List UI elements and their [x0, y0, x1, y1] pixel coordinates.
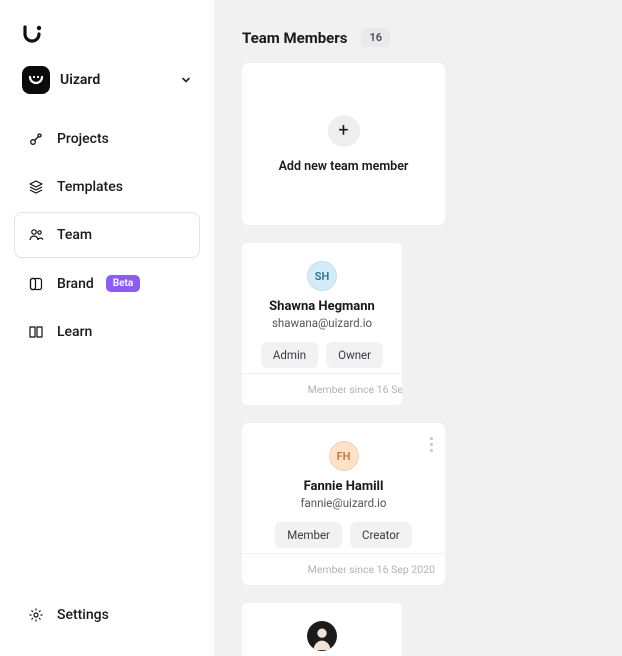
sidebar-item-settings[interactable]: Settings	[14, 592, 200, 638]
page-header: Team Members 16	[242, 28, 622, 47]
member-name: Fannie Hamill	[304, 479, 384, 494]
member-since: Member since 16 Sep 2020	[242, 553, 445, 585]
learn-icon	[27, 324, 45, 340]
gear-icon	[27, 607, 45, 623]
beta-badge: Beta	[106, 275, 140, 292]
members-grid: + Add new team member SH Shawna Hegmann …	[242, 63, 622, 656]
workspace-switcher[interactable]: Uizard	[14, 58, 200, 102]
member-avatar	[307, 621, 337, 651]
sidebar-label: Team	[57, 227, 92, 243]
plus-icon: +	[328, 115, 360, 147]
page-title: Team Members	[242, 29, 347, 47]
add-member-card[interactable]: + Add new team member	[242, 63, 445, 225]
workspace-avatar	[22, 66, 50, 94]
member-email: shawana@uizard.io	[272, 316, 372, 330]
main-content: Team Members 16 + Add new team member SH…	[214, 0, 622, 656]
member-card[interactable]: FH Fannie Hamill fannie@uizard.io Member…	[242, 423, 445, 585]
app-logo	[14, 24, 200, 58]
role-chip: Creator	[350, 522, 412, 548]
sidebar-label: Brand	[57, 276, 94, 292]
sidebar-item-projects[interactable]: Projects	[14, 116, 200, 162]
brand-icon	[27, 276, 45, 292]
member-since: Member since 16 Sep 2020	[242, 373, 402, 405]
sidebar-item-learn[interactable]: Learn	[14, 309, 200, 355]
role-chip: Member	[275, 522, 342, 548]
workspace-name: Uizard	[60, 72, 170, 88]
member-avatar: SH	[307, 261, 337, 291]
member-email: fannie@uizard.io	[301, 496, 387, 510]
sidebar: Uizard Projects Templates Team Brand Bet…	[0, 0, 214, 656]
sidebar-item-team[interactable]: Team	[14, 212, 200, 258]
role-chip: Admin	[261, 342, 318, 368]
member-card[interactable]: Darryl Kemmer darryl@uizard.io Member Cr…	[242, 603, 402, 656]
chevron-down-icon	[180, 74, 192, 86]
member-count-badge: 16	[361, 28, 390, 47]
projects-icon	[27, 131, 45, 147]
team-icon	[27, 227, 45, 243]
sidebar-item-templates[interactable]: Templates	[14, 164, 200, 210]
member-card[interactable]: SH Shawna Hegmann shawana@uizard.io Admi…	[242, 243, 402, 405]
sidebar-label: Settings	[57, 607, 109, 623]
sidebar-label: Learn	[57, 324, 92, 340]
card-menu-button[interactable]	[430, 437, 433, 452]
add-member-label: Add new team member	[279, 159, 409, 174]
role-chip: Owner	[326, 342, 383, 368]
templates-icon	[27, 179, 45, 195]
sidebar-label: Projects	[57, 131, 109, 147]
sidebar-label: Templates	[57, 179, 123, 195]
member-name: Shawna Hegmann	[269, 299, 375, 314]
sidebar-item-brand[interactable]: Brand Beta	[14, 260, 200, 307]
sidebar-nav: Projects Templates Team Brand Beta Learn	[14, 116, 200, 355]
member-avatar: FH	[329, 441, 359, 471]
